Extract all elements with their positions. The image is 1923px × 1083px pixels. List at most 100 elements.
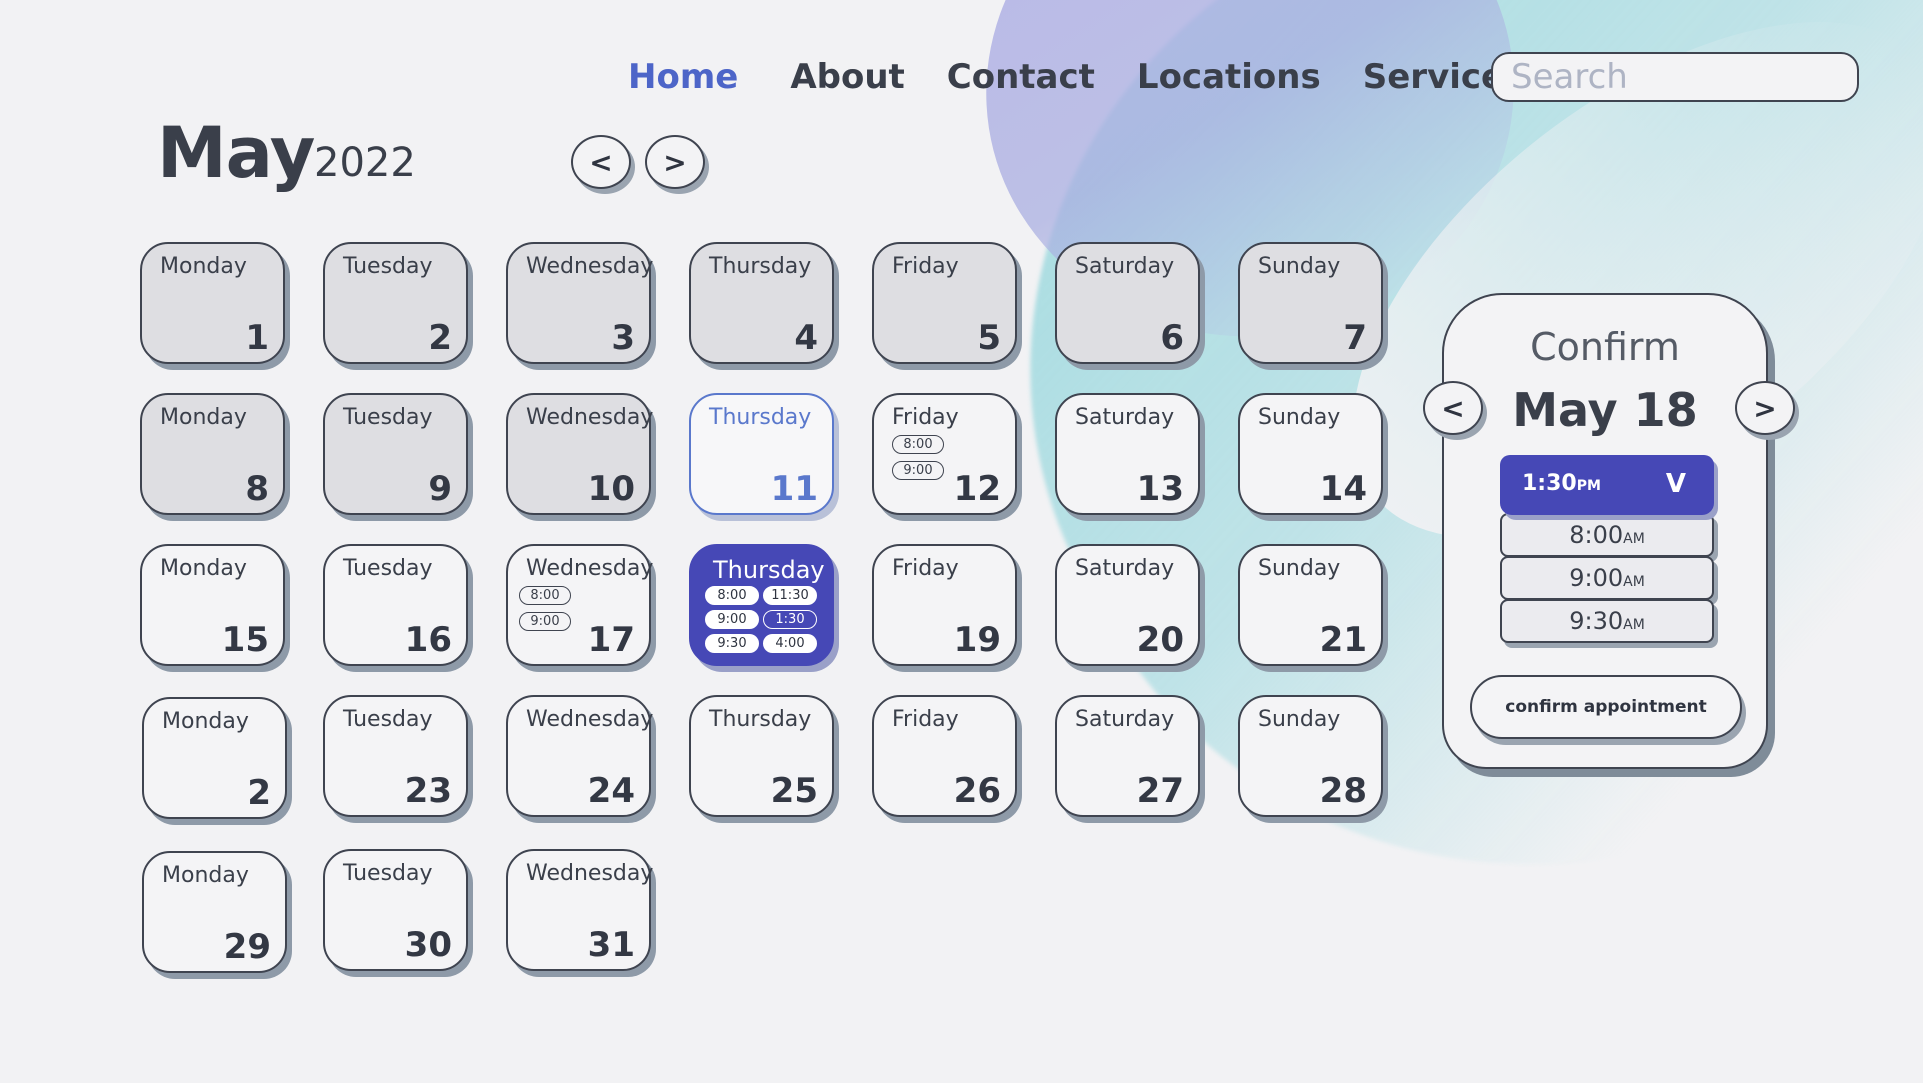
day-number: 10: [587, 469, 635, 509]
day-cell-17[interactable]: Wednesday 8:00 9:00 17: [506, 544, 654, 666]
day-cell-20[interactable]: Saturday 20: [1055, 544, 1200, 666]
selected-time-ampm: PM: [1576, 478, 1601, 494]
confirm-date: May 18: [1512, 383, 1698, 437]
day-name: Monday: [160, 556, 247, 581]
day-name: Saturday: [1075, 254, 1175, 279]
time-slot[interactable]: 11:30: [763, 586, 817, 605]
year-title: 2022: [314, 140, 416, 186]
day-cell-21[interactable]: Sunday 21: [1238, 544, 1383, 666]
time-slot[interactable]: 4:00: [763, 634, 817, 653]
day-number: 26: [953, 771, 1001, 811]
day-cell-31[interactable]: Wednesday 31: [506, 849, 654, 971]
time-slot[interactable]: 9:00: [892, 461, 944, 480]
day-name: Monday: [160, 254, 247, 279]
day-cell-22[interactable]: Monday 2: [142, 697, 287, 819]
day-number: 9: [428, 469, 452, 509]
day-cell-30[interactable]: Tuesday 30: [323, 849, 468, 971]
day-name: Wednesday: [526, 861, 654, 886]
day-cell-1[interactable]: Monday 1: [140, 242, 285, 364]
day-number: 17: [587, 620, 635, 660]
time-option-900[interactable]: 9:00AM: [1500, 556, 1714, 600]
chevron-right-icon: >: [1753, 391, 1777, 425]
day-number: 2: [247, 773, 271, 813]
time-slot[interactable]: 9:00: [519, 612, 571, 631]
day-cell-16[interactable]: Tuesday 16: [323, 544, 468, 666]
day-cell-28[interactable]: Sunday 28: [1238, 695, 1383, 817]
day-number: 5: [977, 318, 1001, 358]
day-name: Monday: [160, 405, 247, 430]
day-cell-19[interactable]: Friday 19: [872, 544, 1017, 666]
day-cell-14[interactable]: Sunday 14: [1238, 393, 1383, 515]
time-slot[interactable]: 9:00: [705, 610, 759, 629]
time-slot[interactable]: 8:00: [705, 586, 759, 605]
day-cell-29[interactable]: Monday 29: [142, 851, 287, 973]
day-cell-26[interactable]: Friday 26: [872, 695, 1017, 817]
day-name: Wednesday: [526, 254, 654, 279]
day-cell-15[interactable]: Monday 15: [140, 544, 285, 666]
day-name: Thursday: [709, 707, 812, 732]
day-number: 19: [953, 620, 1001, 660]
month-title: May: [157, 112, 315, 194]
day-name: Friday: [892, 707, 959, 732]
day-number: 3: [611, 318, 635, 358]
day-number: 15: [221, 620, 269, 660]
nav-locations-link[interactable]: Locations: [1137, 57, 1321, 97]
time-option-930[interactable]: 9:30AM: [1500, 599, 1714, 643]
time-slot[interactable]: 9:30: [705, 634, 759, 653]
time-slot[interactable]: 8:00: [892, 435, 944, 454]
time-option-800[interactable]: 8:00AM: [1500, 513, 1714, 557]
day-name: Saturday: [1075, 707, 1175, 732]
day-number: 2: [428, 318, 452, 358]
day-name: Wednesday: [526, 707, 654, 732]
nav-contact-link[interactable]: Contact: [947, 57, 1095, 97]
chevron-down-icon: V: [1665, 469, 1686, 499]
chevron-left-icon: <: [589, 145, 613, 179]
day-number: 28: [1319, 771, 1367, 811]
day-cell-6[interactable]: Saturday 6: [1055, 242, 1200, 364]
day-cell-25[interactable]: Thursday 25: [689, 695, 834, 817]
day-cell-8[interactable]: Monday 8: [140, 393, 285, 515]
day-cell-4[interactable]: Thursday 4: [689, 242, 834, 364]
search-input[interactable]: [1491, 52, 1859, 102]
day-cell-13[interactable]: Saturday 13: [1055, 393, 1200, 515]
day-cell-7[interactable]: Sunday 7: [1238, 242, 1383, 364]
time-dropdown[interactable]: 1:30PM V: [1500, 455, 1714, 515]
time-option-value: 9:30: [1569, 607, 1624, 635]
day-cell-12[interactable]: Friday 8:00 9:00 12: [872, 393, 1017, 515]
prev-date-button[interactable]: <: [1423, 381, 1483, 435]
day-name: Wednesday: [526, 556, 654, 581]
day-cell-23[interactable]: Tuesday 23: [323, 695, 468, 817]
day-cell-27[interactable]: Saturday 27: [1055, 695, 1200, 817]
day-number: 1: [245, 318, 269, 358]
time-option-ampm: AM: [1623, 617, 1645, 633]
nav-about-link[interactable]: About: [790, 57, 904, 97]
time-slot[interactable]: 8:00: [519, 586, 571, 605]
nav-home-link[interactable]: Home: [628, 57, 738, 97]
time-slot-selected[interactable]: 1:30: [763, 610, 817, 629]
day-number: 13: [1136, 469, 1184, 509]
day-name: Thursday: [709, 405, 812, 430]
confirm-appointment-button[interactable]: confirm appointment: [1470, 675, 1742, 739]
day-cell-24[interactable]: Wednesday 24: [506, 695, 654, 817]
next-month-button[interactable]: >: [645, 135, 705, 189]
day-name: Monday: [162, 709, 249, 734]
day-cell-5[interactable]: Friday 5: [872, 242, 1017, 364]
day-number: 29: [223, 927, 271, 967]
day-name: Friday: [892, 254, 959, 279]
day-cell-10[interactable]: Wednesday 10: [506, 393, 653, 515]
day-number: 25: [770, 771, 818, 811]
day-cell-2[interactable]: Tuesday 2: [323, 242, 468, 364]
day-name: Friday: [892, 405, 959, 430]
day-name: Saturday: [1075, 556, 1175, 581]
day-cell-11-today[interactable]: Thursday 11: [689, 393, 834, 515]
day-number: 8: [245, 469, 269, 509]
day-number: 11: [770, 469, 818, 509]
day-number: 27: [1136, 771, 1184, 811]
next-date-button[interactable]: >: [1735, 381, 1795, 435]
day-cell-9[interactable]: Tuesday 9: [323, 393, 468, 515]
day-number: 23: [404, 771, 452, 811]
day-cell-3[interactable]: Wednesday 3: [506, 242, 654, 364]
day-cell-18-selected[interactable]: Thursday 8:00 11:30 9:00 1:30 9:30 4:00: [689, 544, 834, 666]
prev-month-button[interactable]: <: [571, 135, 631, 189]
top-nav: Home About Contact Locations Services: [628, 52, 1566, 102]
